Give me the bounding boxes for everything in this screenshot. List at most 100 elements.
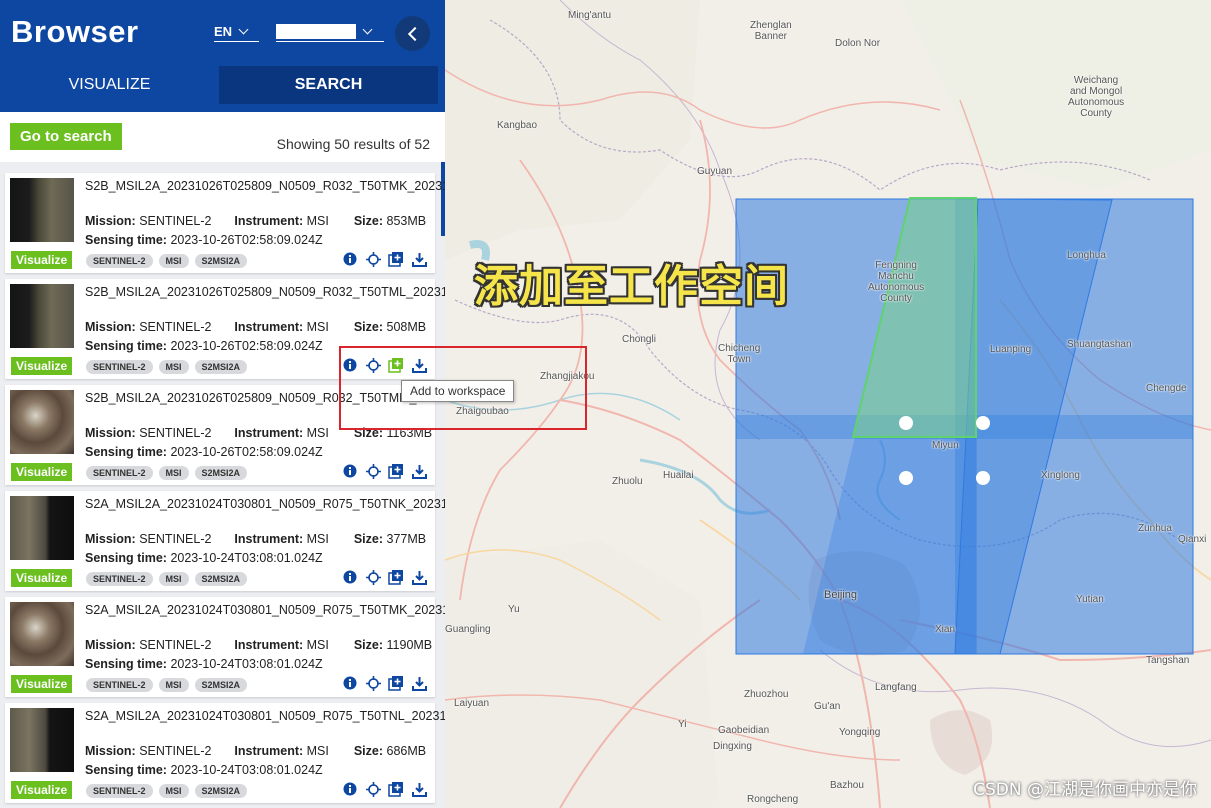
- map-place-label: Zunhua: [1138, 523, 1172, 534]
- add-to-workspace-icon[interactable]: [388, 251, 404, 267]
- mission-value: SENTINEL-2: [139, 426, 212, 440]
- sensing-value: 2023-10-26T02:58:09.024Z: [170, 445, 323, 459]
- map-place-label: Yutian: [1076, 594, 1104, 605]
- crosshair-icon[interactable]: [365, 781, 381, 797]
- map-place-label: Langfang: [875, 682, 917, 693]
- info-icon[interactable]: [342, 781, 358, 797]
- result-thumbnail[interactable]: [10, 602, 74, 666]
- language-selector[interactable]: EN: [214, 24, 259, 42]
- map-place-label: Dingxing: [713, 741, 752, 752]
- result-card[interactable]: Visualize S2A_MSIL2A_20231024T030801_N05…: [5, 597, 445, 697]
- add-to-workspace-icon[interactable]: [388, 675, 404, 691]
- add-to-workspace-icon[interactable]: [388, 569, 404, 585]
- map-place-label: Shuangtashan: [1067, 339, 1132, 350]
- instrument-value: MSI: [306, 638, 329, 652]
- size-value: 508MB: [386, 320, 427, 334]
- info-icon[interactable]: [342, 251, 358, 267]
- result-card[interactable]: Visualize S2A_MSIL2A_20231024T030801_N05…: [5, 703, 445, 803]
- download-icon[interactable]: [411, 675, 427, 691]
- tab-search[interactable]: SEARCH: [219, 66, 438, 104]
- map-place-label: Gu'an: [814, 701, 841, 712]
- result-thumbnail[interactable]: [10, 178, 74, 242]
- crosshair-icon[interactable]: [365, 463, 381, 479]
- user-selector[interactable]: [276, 24, 384, 42]
- instrument-label: Instrument:: [234, 744, 304, 758]
- result-actions: [342, 569, 427, 585]
- map-place-label: Gaobeidian: [718, 725, 770, 736]
- map-place-label: Longhua: [1067, 250, 1106, 261]
- result-thumbnail[interactable]: [10, 390, 74, 454]
- results-list[interactable]: Visualize S2B_MSIL2A_20231026T025809_N05…: [0, 162, 445, 808]
- size-label: Size:: [353, 532, 384, 546]
- visualize-button[interactable]: Visualize: [11, 781, 73, 799]
- instrument-label: Instrument:: [234, 426, 304, 440]
- map-place-label: Zhangjiakou: [540, 371, 595, 382]
- result-thumbnail[interactable]: [10, 496, 74, 560]
- sensing-label: Sensing time:: [85, 763, 167, 777]
- map-place-label: Luanping: [990, 344, 1032, 355]
- search-bar: Go to search Showing 50 results of 52: [0, 112, 445, 162]
- download-icon[interactable]: [411, 781, 427, 797]
- download-icon[interactable]: [411, 463, 427, 479]
- result-thumbnail[interactable]: [10, 708, 74, 772]
- result-card[interactable]: Visualize S2B_MSIL2A_20231026T025809_N05…: [5, 173, 445, 273]
- info-icon[interactable]: [342, 569, 358, 585]
- sensing-value: 2023-10-24T03:08:01.024Z: [170, 657, 323, 671]
- add-to-workspace-icon[interactable]: [388, 357, 404, 373]
- visualize-button[interactable]: Visualize: [11, 569, 73, 587]
- map-place-label: Chengde: [1146, 383, 1187, 394]
- result-meta: Mission: SENTINEL-2 Instrument: MSI Size…: [85, 320, 426, 334]
- app-logo: Browser: [11, 14, 139, 49]
- result-title: S2B_MSIL2A_20231026T025809_N0509_R032_T5…: [85, 285, 445, 299]
- result-meta: Mission: SENTINEL-2 Instrument: MSI Size…: [85, 532, 426, 546]
- collapse-sidebar-button[interactable]: [395, 16, 430, 51]
- result-thumbnail[interactable]: [10, 284, 74, 348]
- tag: SENTINEL-2: [86, 678, 153, 692]
- result-meta: Mission: SENTINEL-2 Instrument: MSI Size…: [85, 638, 432, 652]
- map-place-label: Fengning Manchu Autonomous County: [868, 260, 925, 304]
- result-card[interactable]: Visualize S2B_MSIL2A_20231026T025809_N05…: [5, 385, 445, 485]
- sidebar: Browser EN VISUALIZE SEARCH Go to search…: [0, 0, 445, 808]
- tag: S2MSI2A: [194, 254, 248, 268]
- crosshair-icon[interactable]: [365, 675, 381, 691]
- visualize-button[interactable]: Visualize: [11, 357, 73, 375]
- visualize-button[interactable]: Visualize: [11, 251, 73, 269]
- tab-visualize[interactable]: VISUALIZE: [0, 66, 219, 104]
- tab-bar: VISUALIZE SEARCH: [0, 66, 445, 104]
- mission-value: SENTINEL-2: [139, 744, 212, 758]
- add-to-workspace-icon[interactable]: [388, 781, 404, 797]
- scrollbar[interactable]: [441, 162, 445, 236]
- map-place-label: Yongqing: [839, 727, 881, 738]
- add-to-workspace-icon[interactable]: [388, 463, 404, 479]
- download-icon[interactable]: [411, 357, 427, 373]
- visualize-button[interactable]: Visualize: [11, 463, 73, 481]
- mission-label: Mission:: [85, 532, 136, 546]
- crosshair-icon[interactable]: [365, 569, 381, 585]
- crosshair-icon[interactable]: [365, 251, 381, 267]
- size-label: Size:: [353, 638, 384, 652]
- download-icon[interactable]: [411, 569, 427, 585]
- instrument-value: MSI: [306, 214, 329, 228]
- mission-value: SENTINEL-2: [139, 320, 212, 334]
- tag: MSI: [158, 360, 189, 374]
- go-to-search-button[interactable]: Go to search: [10, 123, 122, 150]
- crosshair-icon[interactable]: [365, 357, 381, 373]
- info-icon[interactable]: [342, 357, 358, 373]
- header: Browser EN VISUALIZE SEARCH: [0, 0, 445, 112]
- visualize-button[interactable]: Visualize: [11, 675, 73, 693]
- result-card[interactable]: Visualize S2B_MSIL2A_20231026T025809_N05…: [5, 279, 445, 379]
- info-icon[interactable]: [342, 463, 358, 479]
- size-value: 1190MB: [386, 638, 433, 652]
- map-place-label: Guyuan: [697, 166, 733, 177]
- result-meta: Mission: SENTINEL-2 Instrument: MSI Size…: [85, 214, 426, 228]
- tag: S2MSI2A: [194, 784, 248, 798]
- map-place-label: Miyun: [932, 440, 959, 451]
- map-place-label: Bazhou: [830, 780, 864, 791]
- tooltip: Add to workspace: [401, 380, 515, 402]
- sensing-value: 2023-10-26T02:58:09.024Z: [170, 339, 323, 353]
- result-meta: Mission: SENTINEL-2 Instrument: MSI Size…: [85, 744, 426, 758]
- download-icon[interactable]: [411, 251, 427, 267]
- chevron-down-icon: [238, 24, 249, 35]
- info-icon[interactable]: [342, 675, 358, 691]
- result-card[interactable]: Visualize S2A_MSIL2A_20231024T030801_N05…: [5, 491, 445, 591]
